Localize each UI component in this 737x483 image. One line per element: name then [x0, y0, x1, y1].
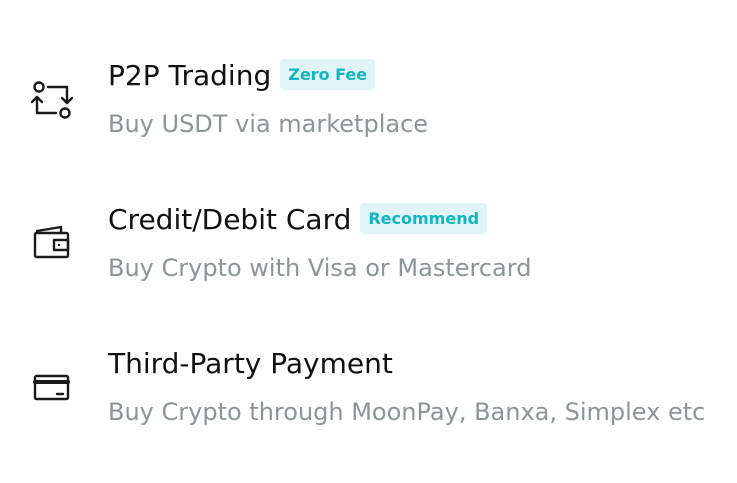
card-icon: [30, 366, 74, 410]
option-p2p-trading[interactable]: P2P Trading Zero Fee Buy USDT via market…: [0, 44, 737, 164]
zero-fee-badge: Zero Fee: [280, 58, 376, 90]
option-subtitle: Buy Crypto with Visa or Mastercard: [108, 254, 532, 282]
wallet-icon: [30, 222, 74, 266]
option-title-row: Third-Party Payment: [108, 344, 393, 384]
p2p-exchange-icon: [30, 78, 74, 122]
option-subtitle: Buy Crypto through MoonPay, Banxa, Simpl…: [108, 398, 706, 426]
option-title-row: Credit/Debit Card Recommend: [108, 200, 488, 240]
option-credit-debit-card[interactable]: Credit/Debit Card Recommend Buy Crypto w…: [0, 188, 737, 308]
option-title: P2P Trading: [108, 59, 272, 92]
option-subtitle: Buy USDT via marketplace: [108, 110, 429, 138]
option-title: Third-Party Payment: [108, 347, 393, 380]
buy-crypto-options-list: P2P Trading Zero Fee Buy USDT via market…: [0, 0, 737, 483]
option-title: Credit/Debit Card: [108, 203, 352, 236]
option-third-party-payment[interactable]: Third-Party Payment Buy Crypto through M…: [0, 332, 737, 452]
recommend-badge: Recommend: [360, 202, 488, 234]
option-title-row: P2P Trading Zero Fee: [108, 56, 376, 96]
